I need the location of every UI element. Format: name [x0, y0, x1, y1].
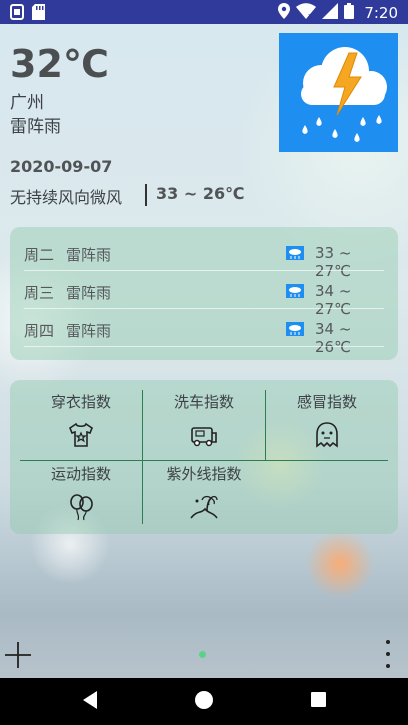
city-name: 广州	[10, 93, 44, 113]
forecast-day: 周三	[24, 284, 55, 302]
ghost-icon	[312, 420, 342, 450]
wifi-icon: x	[296, 3, 317, 23]
index-clothing[interactable]: 穿衣指数	[20, 388, 142, 450]
index-uv[interactable]: 紫外线指数	[143, 460, 265, 522]
more-options-icon[interactable]	[385, 638, 391, 670]
weather-screen: 32℃ 广州 雷阵雨 2020-09-07 无持续风向微风 33 ~ 26℃ 周…	[0, 24, 408, 678]
wind-description: 无持续风向微风	[10, 188, 123, 207]
recents-button[interactable]	[310, 691, 327, 712]
thunderstorm-icon	[279, 33, 398, 152]
car-icon	[189, 420, 219, 450]
index-carwash[interactable]: 洗车指数	[143, 388, 265, 450]
forecast-condition: 雷阵雨	[66, 284, 112, 302]
forecast-range: 34 ~ 26℃	[315, 320, 352, 356]
shirt-icon	[66, 420, 96, 450]
signal-icon	[322, 3, 339, 23]
forecast-condition: 雷阵雨	[66, 246, 112, 264]
rain-icon	[286, 322, 304, 336]
index-label: 紫外线指数	[166, 465, 242, 483]
index-label: 感冒指数	[296, 393, 357, 411]
index-cold[interactable]: 感冒指数	[266, 388, 388, 450]
temperature-range: 33 ~ 26℃	[156, 184, 245, 203]
life-index-panel: 穿衣指数 洗车指数 感冒指数 运动指数 紫外线指数	[10, 380, 398, 534]
back-button[interactable]	[82, 690, 98, 714]
index-label: 洗车指数	[173, 393, 234, 411]
balloons-icon	[66, 492, 96, 522]
forecast-row[interactable]: 周三 雷阵雨 34 ~ 27℃	[24, 273, 384, 318]
row-divider	[24, 346, 384, 347]
status-time: 7:20	[364, 4, 398, 22]
forecast-day: 周四	[24, 322, 55, 340]
location-icon	[278, 3, 291, 23]
palm-beach-icon	[189, 492, 219, 522]
status-bar: x 7:20	[0, 0, 408, 24]
current-temperature: 32℃	[10, 42, 109, 86]
forecast-row[interactable]: 周二 雷阵雨 33 ~ 27℃	[24, 235, 384, 280]
index-sports[interactable]: 运动指数	[20, 460, 142, 522]
svg-text:x: x	[308, 12, 312, 19]
row-divider	[24, 308, 384, 309]
divider	[145, 184, 147, 206]
current-condition: 雷阵雨	[10, 117, 61, 137]
sd-card-icon	[32, 4, 45, 24]
rain-icon	[286, 246, 304, 260]
add-city-button[interactable]	[3, 640, 33, 670]
battery-icon	[344, 3, 355, 23]
row-divider	[24, 270, 384, 271]
navigation-bar	[0, 678, 408, 725]
page-indicator-dot	[199, 651, 206, 658]
current-date: 2020-09-07	[10, 157, 113, 176]
index-label: 运动指数	[50, 465, 111, 483]
forecast-condition: 雷阵雨	[66, 322, 112, 340]
forecast-day: 周二	[24, 246, 55, 264]
rain-icon	[286, 284, 304, 298]
notification-icon	[10, 4, 24, 24]
forecast-row[interactable]: 周四 雷阵雨 34 ~ 26℃	[24, 311, 384, 356]
bottom-toolbar	[0, 628, 408, 678]
home-button[interactable]	[194, 690, 214, 714]
forecast-panel: 周二 雷阵雨 33 ~ 27℃ 周三 雷阵雨 34 ~ 27℃ 周四 雷阵雨 3…	[10, 227, 398, 360]
index-label: 穿衣指数	[50, 393, 111, 411]
